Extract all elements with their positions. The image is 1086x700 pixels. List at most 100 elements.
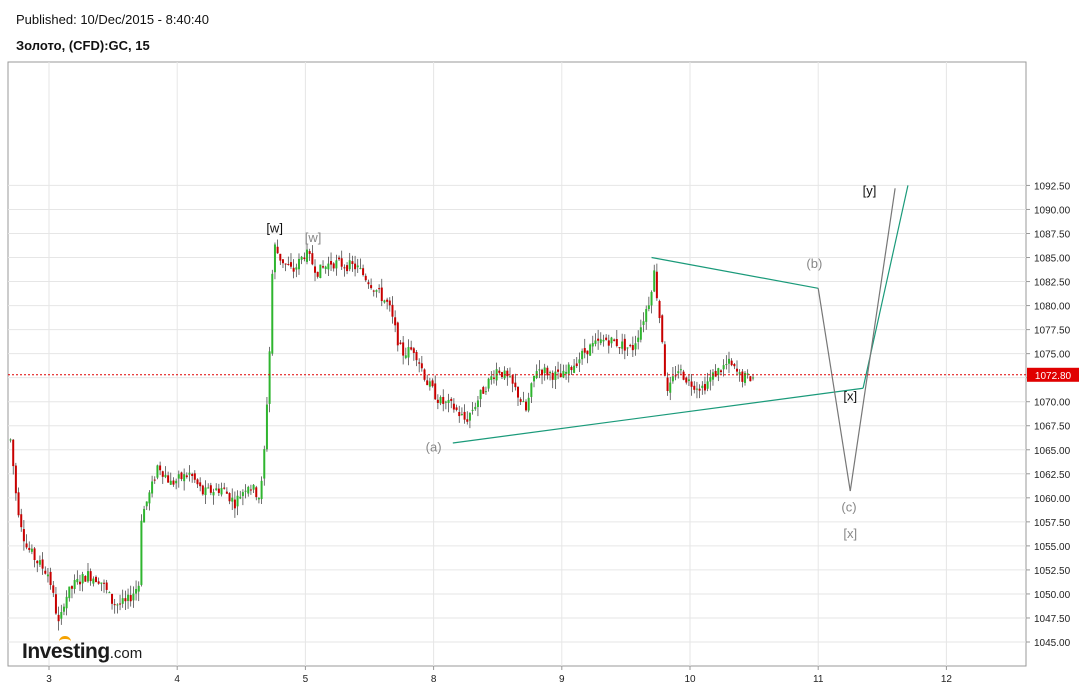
candle-body: [695, 388, 698, 390]
candle-body: [284, 263, 287, 265]
candle-body: [148, 492, 151, 504]
y-tick-label: 1087.50: [1034, 229, 1071, 240]
candle-body: [308, 251, 311, 254]
candle-body: [597, 338, 600, 341]
candle-body: [549, 372, 552, 374]
candle-body: [685, 377, 688, 383]
candle-body: [455, 407, 458, 410]
candle-body: [551, 372, 554, 380]
candle-body: [733, 363, 736, 367]
y-tick-label: 1082.50: [1034, 278, 1071, 289]
candle-body: [33, 548, 36, 561]
candle-body: [519, 399, 522, 402]
candle-body: [364, 275, 367, 281]
candle-body: [81, 574, 84, 584]
candle-body: [653, 270, 656, 292]
candle-body: [212, 492, 215, 496]
candle-body: [717, 368, 720, 375]
candle-body: [407, 347, 410, 358]
candle-body: [113, 604, 116, 606]
candle-body: [426, 380, 429, 386]
candle-body: [297, 258, 300, 270]
grid-lines: [8, 62, 1026, 666]
candle-body: [487, 378, 490, 389]
candle-body: [319, 264, 322, 279]
candle-body: [231, 497, 234, 502]
candle-body: [626, 347, 629, 349]
candle-body: [292, 267, 295, 272]
candle-body: [525, 401, 528, 411]
candle-body: [322, 266, 325, 268]
candle-body: [44, 570, 47, 574]
candle-body: [450, 398, 453, 401]
y-tick-label: 1090.00: [1034, 205, 1071, 216]
trendline: [651, 256, 819, 289]
y-tick-label: 1085.00: [1034, 254, 1071, 265]
candle-body: [463, 411, 466, 420]
candle-body: [281, 259, 284, 264]
candle-body: [752, 377, 755, 379]
candle-body: [204, 487, 207, 496]
candle-body: [68, 586, 71, 599]
x-tick-label: 10: [684, 674, 696, 685]
candle-body: [607, 340, 610, 346]
candle-body: [247, 486, 250, 494]
candle-body: [434, 383, 437, 400]
candle-body: [97, 581, 100, 584]
chart-border: [7, 61, 1027, 667]
candle-body: [396, 322, 399, 346]
candle-body: [394, 317, 397, 326]
y-tick-label: 1070.00: [1034, 398, 1071, 409]
candle-body: [228, 493, 231, 502]
candle-body: [108, 592, 111, 594]
candle-body: [492, 377, 495, 379]
candle-body: [119, 603, 122, 605]
candle-body: [444, 401, 447, 403]
candle-body: [252, 484, 255, 490]
candle-body: [140, 520, 143, 585]
candle-body: [490, 376, 493, 380]
x-tick-label: 3: [46, 674, 52, 685]
candle-body: [244, 490, 247, 492]
candle-body: [530, 383, 533, 397]
candle-body: [698, 388, 701, 391]
candle-body: [613, 339, 616, 341]
y-tick-label: 1052.50: [1034, 566, 1071, 577]
candle-body: [177, 474, 180, 479]
candle-body: [506, 370, 509, 377]
y-tick-label: 1065.00: [1034, 446, 1071, 457]
candle-body: [476, 400, 479, 407]
candle-body: [370, 285, 373, 289]
candle-body: [327, 263, 330, 270]
candle-body: [354, 263, 357, 270]
candle-body: [41, 559, 44, 569]
candle-body: [271, 273, 274, 354]
candle-body: [100, 582, 103, 584]
candle-body: [191, 473, 194, 477]
candle-body: [714, 370, 717, 377]
candle-body: [65, 596, 68, 609]
candle-body: [95, 576, 98, 583]
candle-body: [348, 260, 351, 270]
candle-body: [428, 381, 431, 387]
candle-body: [402, 342, 405, 356]
y-tick-label: 1057.50: [1034, 518, 1071, 529]
candle-body: [343, 267, 346, 269]
candle-body: [356, 265, 359, 268]
candle-body: [567, 364, 570, 374]
candle-body: [634, 343, 637, 350]
candle-body: [399, 342, 402, 345]
candle-body: [89, 571, 92, 582]
candle-body: [538, 369, 541, 371]
candle-body: [169, 480, 172, 485]
candle-body: [386, 299, 389, 302]
candle-body: [209, 485, 212, 493]
candle-body: [557, 369, 560, 372]
candle-body: [103, 582, 106, 584]
candle-body: [287, 263, 290, 265]
candle-body: [605, 337, 608, 340]
candle-body: [410, 347, 413, 350]
current-price-label: 1072.80: [1035, 371, 1072, 382]
price-chart: [w][w](a)(b)(c)[x][x][y] 1045.001047.501…: [7, 61, 1079, 685]
candle-body: [303, 257, 306, 260]
